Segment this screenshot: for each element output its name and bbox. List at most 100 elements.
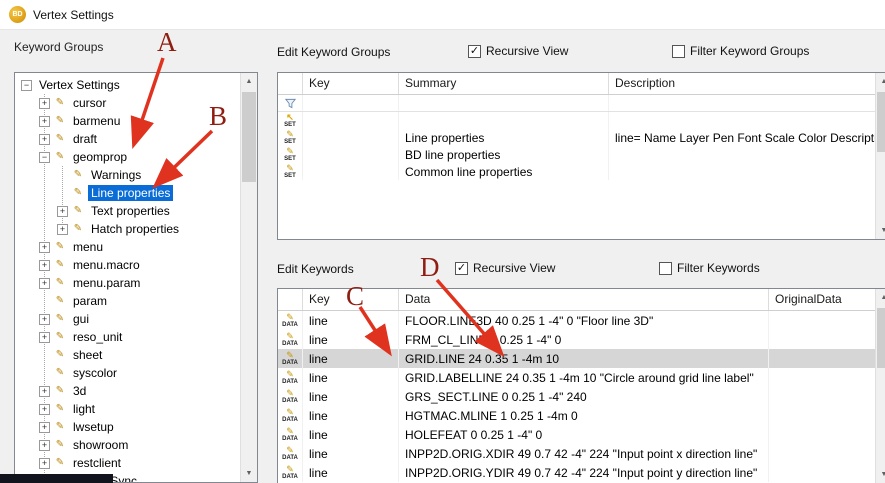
- tree-item-label[interactable]: cursor: [70, 95, 109, 111]
- scrollbar-thumb[interactable]: [242, 92, 256, 182]
- tree-item-line-properties[interactable]: ✎Line properties: [15, 184, 240, 202]
- expand-icon[interactable]: +: [39, 314, 50, 325]
- tree-item-label[interactable]: sheet: [70, 347, 105, 363]
- tree-item-cursor[interactable]: +✎cursor: [15, 94, 240, 112]
- checkbox-box[interactable]: [672, 45, 685, 58]
- collapse-icon[interactable]: −: [21, 80, 32, 91]
- column-header-icon[interactable]: [278, 73, 303, 94]
- table-row[interactable]: ✎DATAlineHGTMAC.MLINE 1 0.25 1 -4m 0: [278, 406, 875, 425]
- tree-item-label[interactable]: 3d: [70, 383, 89, 399]
- expand-icon[interactable]: +: [39, 98, 50, 109]
- tree-item-label[interactable]: Vertex Settings: [36, 77, 123, 93]
- collapse-icon[interactable]: −: [39, 152, 50, 163]
- tree-item-hatch-properties[interactable]: +✎Hatch properties: [15, 220, 240, 238]
- tree-item-param[interactable]: ✎param: [15, 292, 240, 310]
- table-row[interactable]: ✎SETCommon line properties: [278, 163, 875, 180]
- tree-item-draft[interactable]: +✎draft: [15, 130, 240, 148]
- scrollbar-thumb[interactable]: [877, 92, 885, 152]
- tree-item-label[interactable]: menu.param: [70, 275, 143, 291]
- tree-item-restclient[interactable]: +✎restclient: [15, 454, 240, 472]
- scroll-down-icon[interactable]: ▼: [876, 222, 885, 239]
- tree-item-label[interactable]: showroom: [70, 437, 131, 453]
- tree-scrollbar[interactable]: ▲ ▼: [240, 73, 257, 482]
- table-row[interactable]: ✎DATAlineINPP2D.ORIG.XDIR 49 0.7 42 -4" …: [278, 444, 875, 463]
- tree-item-label[interactable]: gui: [70, 311, 92, 327]
- tree-item-gui[interactable]: +✎gui: [15, 310, 240, 328]
- scroll-up-icon[interactable]: ▲: [241, 73, 257, 90]
- recursive-view-keywords-checkbox[interactable]: ✓ Recursive View: [455, 261, 555, 275]
- expand-icon[interactable]: +: [39, 404, 50, 415]
- groups-table-scrollbar[interactable]: ▲ ▼: [875, 73, 885, 239]
- column-header-summary[interactable]: Summary: [399, 73, 609, 94]
- filter-keyword-groups-checkbox[interactable]: Filter Keyword Groups: [672, 44, 809, 58]
- tree-item-label[interactable]: param: [70, 293, 110, 309]
- tree-item-label[interactable]: Warnings: [88, 167, 144, 183]
- expand-icon[interactable]: +: [39, 332, 50, 343]
- tree-item-label[interactable]: menu.macro: [70, 257, 143, 273]
- tree-item-showroom[interactable]: +✎showroom: [15, 436, 240, 454]
- expand-icon[interactable]: +: [39, 422, 50, 433]
- checkbox-box[interactable]: ✓: [468, 45, 481, 58]
- table-row[interactable]: ✎DATAlineINPP2D.ORIG.YDIR 49 0.7 42 -4" …: [278, 463, 875, 482]
- tree-item-label[interactable]: lwsetup: [70, 419, 117, 435]
- table-row[interactable]: ✎SETBD line properties: [278, 146, 875, 163]
- column-header-description[interactable]: Description: [609, 73, 875, 94]
- tree-item-menu-param[interactable]: +✎menu.param: [15, 274, 240, 292]
- tree-item-label[interactable]: restclient: [70, 455, 124, 471]
- tree-item-menu-macro[interactable]: +✎menu.macro: [15, 256, 240, 274]
- tree-item-reso-unit[interactable]: +✎reso_unit: [15, 328, 240, 346]
- tree-item-barmenu[interactable]: +✎barmenu: [15, 112, 240, 130]
- expand-icon[interactable]: +: [39, 278, 50, 289]
- table-row[interactable]: ✎SETLine propertiesline= Name Layer Pen …: [278, 129, 875, 146]
- expand-icon[interactable]: +: [39, 260, 50, 271]
- expand-icon[interactable]: +: [57, 206, 68, 217]
- tree-item-3d[interactable]: +✎3d: [15, 382, 240, 400]
- checkbox-box[interactable]: ✓: [455, 262, 468, 275]
- tree-item-light[interactable]: +✎light: [15, 400, 240, 418]
- table-row[interactable]: ↖SET: [278, 112, 875, 129]
- tree-item-label[interactable]: Hatch properties: [88, 221, 182, 237]
- expand-icon[interactable]: +: [39, 116, 50, 127]
- tree-item-lwsetup[interactable]: +✎lwsetup: [15, 418, 240, 436]
- column-header-icon[interactable]: [278, 289, 303, 310]
- scroll-down-icon[interactable]: ▼: [876, 466, 885, 483]
- filter-keywords-checkbox[interactable]: Filter Keywords: [659, 261, 760, 275]
- tree-item-label[interactable]: menu: [70, 239, 106, 255]
- column-header-originaldata[interactable]: OriginalData: [769, 289, 875, 310]
- tree-item-geomprop[interactable]: −✎geomprop: [15, 148, 240, 166]
- tree-item-label[interactable]: barmenu: [70, 113, 123, 129]
- column-header-data[interactable]: Data: [399, 289, 769, 310]
- tree-item-label[interactable]: geomprop: [70, 149, 130, 165]
- tree-item-vertex-settings[interactable]: −Vertex Settings: [15, 76, 240, 94]
- tree-item-label[interactable]: light: [70, 401, 98, 417]
- column-header-key[interactable]: Key: [303, 73, 399, 94]
- tree-item-label[interactable]: syscolor: [70, 365, 120, 381]
- column-header-key[interactable]: Key: [303, 289, 399, 310]
- tree-item-label[interactable]: reso_unit: [70, 329, 125, 345]
- expand-icon[interactable]: +: [39, 458, 50, 469]
- scroll-up-icon[interactable]: ▲: [876, 289, 885, 306]
- tree-item-label[interactable]: Text properties: [88, 203, 173, 219]
- table-row[interactable]: ✎DATAlineGRS_SECT.LINE 0 0.25 1 -4" 240: [278, 387, 875, 406]
- scroll-down-icon[interactable]: ▼: [241, 465, 257, 482]
- expand-icon[interactable]: +: [39, 134, 50, 145]
- scroll-up-icon[interactable]: ▲: [876, 73, 885, 90]
- tree-item-menu[interactable]: +✎menu: [15, 238, 240, 256]
- table-row[interactable]: ✎DATAlineGRID.LINE 24 0.35 1 -4m 10: [278, 349, 875, 368]
- keywords-table-scrollbar[interactable]: ▲ ▼: [875, 289, 885, 483]
- expand-icon[interactable]: +: [39, 386, 50, 397]
- tree-item-label[interactable]: draft: [70, 131, 100, 147]
- tree-item-sheet[interactable]: ✎sheet: [15, 346, 240, 364]
- checkbox-box[interactable]: [659, 262, 672, 275]
- table-row[interactable]: ✎DATAlineHOLEFEAT 0 0.25 1 -4" 0: [278, 425, 875, 444]
- expand-icon[interactable]: +: [57, 224, 68, 235]
- table-row[interactable]: [278, 95, 875, 112]
- tree-item-label[interactable]: Line properties: [88, 185, 173, 201]
- tree-item-syscolor[interactable]: ✎syscolor: [15, 364, 240, 382]
- tree-item-text-properties[interactable]: +✎Text properties: [15, 202, 240, 220]
- table-row[interactable]: ✎DATAlineGRID.LABELLINE 24 0.35 1 -4m 10…: [278, 368, 875, 387]
- expand-icon[interactable]: +: [39, 242, 50, 253]
- expand-icon[interactable]: +: [39, 440, 50, 451]
- scrollbar-thumb[interactable]: [877, 308, 885, 368]
- table-row[interactable]: ✎DATAlineFLOOR.LINE3D 40 0.25 1 -4" 0 "F…: [278, 311, 875, 330]
